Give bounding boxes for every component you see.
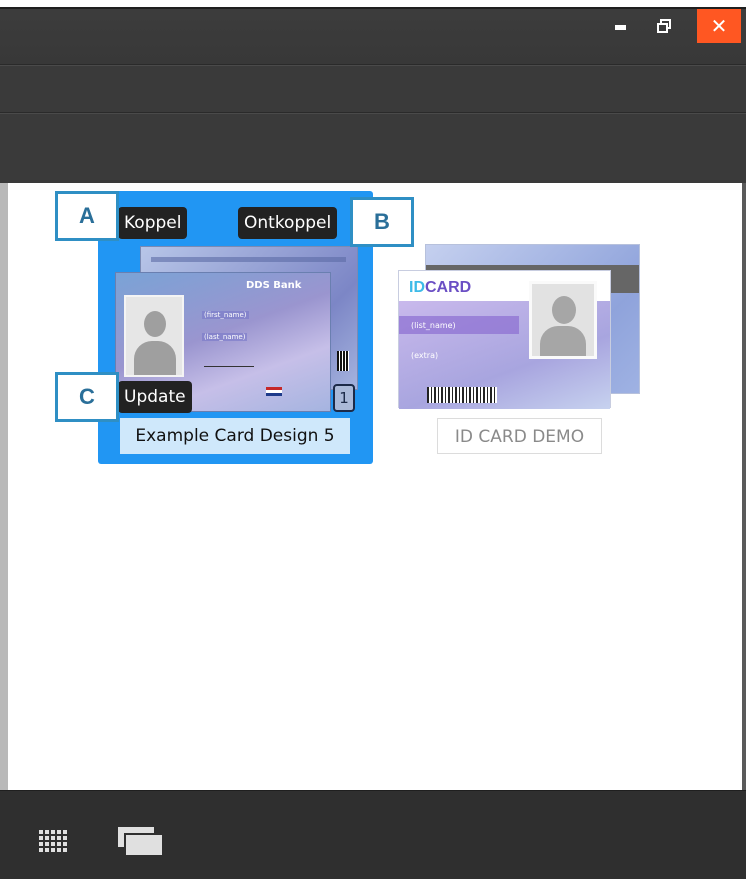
toolbar-secondary — [0, 113, 746, 183]
portrait-placeholder-icon — [124, 295, 184, 377]
left-border — [0, 183, 8, 790]
annotation-label-b: B — [350, 197, 414, 247]
card-field-first-name: (first_name) — [202, 311, 249, 319]
card-back-strip — [151, 257, 346, 262]
close-button[interactable]: ✕ — [697, 9, 741, 43]
restore-icon — [657, 19, 671, 33]
id-card-field-list-name: (list_name) — [411, 321, 456, 330]
id-card-logo: IDCARD — [409, 279, 472, 296]
grid-view-icon[interactable] — [36, 827, 68, 853]
stack-front-card — [124, 833, 162, 855]
right-scrollbar[interactable] — [742, 183, 746, 790]
ontkoppel-button[interactable]: Ontkoppel — [238, 207, 338, 239]
card-name-label-id-card-demo[interactable]: ID CARD DEMO — [437, 418, 602, 454]
flag-icon — [266, 387, 282, 396]
annotation-label-c: C — [55, 372, 119, 422]
annotation-label-a: A — [55, 191, 119, 241]
toolbar-primary — [0, 65, 746, 113]
portrait-placeholder-icon — [529, 281, 597, 359]
app-window: ✕ DDS Bank (first_name) (last_name) IDCA… — [0, 0, 746, 879]
close-icon: ✕ — [710, 14, 728, 38]
card-stack-view-icon[interactable] — [118, 827, 162, 855]
id-card-front-image: IDCARD (list_name) (extra) — [398, 270, 611, 409]
signature-line — [204, 359, 254, 367]
card-name-label-selected[interactable]: Example Card Design 5 — [120, 418, 350, 454]
card-field-last-name: (last_name) — [202, 333, 248, 341]
card-brand-label: DDS Bank — [246, 280, 302, 291]
linked-count-badge: 1 — [333, 384, 355, 412]
bottom-view-bar — [0, 790, 746, 879]
minimize-button[interactable] — [600, 9, 640, 43]
restore-button[interactable] — [644, 9, 684, 43]
id-card-field-extra: (extra) — [411, 351, 439, 360]
koppel-button[interactable]: Koppel — [118, 207, 188, 239]
update-button[interactable]: Update — [118, 381, 192, 413]
barcode-icon — [427, 387, 497, 403]
minimize-icon — [614, 24, 626, 30]
card-back-barcode — [337, 351, 349, 371]
title-bar: ✕ — [0, 0, 746, 65]
